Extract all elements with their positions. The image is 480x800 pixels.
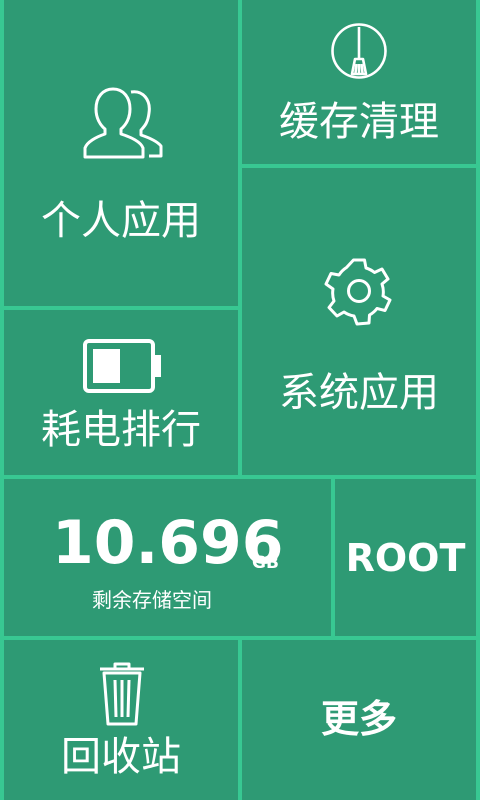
storage-unit: GB	[252, 553, 279, 573]
system-apps-label: 系统应用	[279, 370, 439, 416]
trash-icon	[100, 662, 144, 726]
storage-caption: 剩余存储空间	[92, 588, 212, 612]
tile-root[interactable]: ROOT	[335, 479, 476, 636]
broom-icon	[331, 23, 387, 79]
battery-icon	[83, 339, 161, 393]
cache-clean-label: 缓存清理	[279, 99, 439, 145]
storage-value: 10.696	[52, 508, 284, 578]
personal-apps-label: 个人应用	[41, 198, 201, 244]
tile-system-apps[interactable]: 系统应用	[242, 168, 476, 475]
tile-storage[interactable]: 10.696 GB 剩余存储空间	[4, 479, 331, 636]
gear-icon	[324, 258, 392, 326]
tile-personal-apps[interactable]: 个人应用	[4, 0, 238, 306]
tile-recycle-bin[interactable]: 回收站	[4, 640, 238, 800]
more-label: 更多	[320, 697, 397, 741]
tile-more[interactable]: 更多	[242, 640, 476, 800]
root-label: ROOT	[345, 536, 466, 580]
recycle-bin-label: 回收站	[61, 734, 181, 780]
tile-cache-clean[interactable]: 缓存清理	[242, 0, 476, 164]
tile-power-rank[interactable]: 耗电排行	[4, 310, 238, 475]
users-icon	[83, 87, 163, 159]
power-rank-label: 耗电排行	[41, 407, 201, 453]
